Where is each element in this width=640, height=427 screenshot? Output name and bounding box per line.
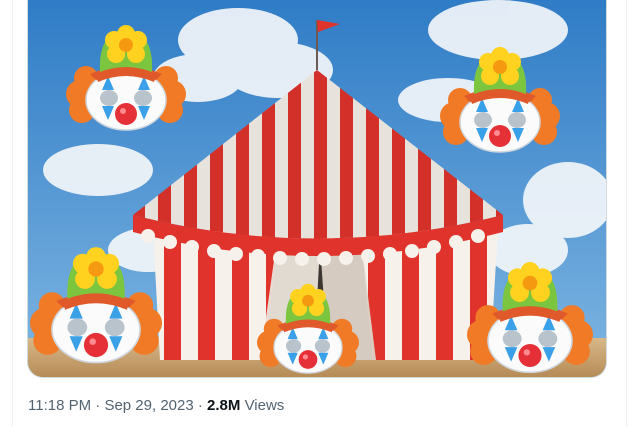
circus-tent-image <box>28 0 606 377</box>
separator-dot: · <box>95 397 101 414</box>
tweet-media[interactable] <box>27 0 607 378</box>
tweet-time: 11:18 PM <box>28 397 92 414</box>
views-label[interactable]: Views <box>245 397 285 414</box>
tweet-timestamp-link[interactable]: 11:18 PM · Sep 29, 2023 <box>28 397 194 414</box>
views-count[interactable]: 2.8M <box>207 397 240 414</box>
tweet-card-border-left <box>12 0 13 427</box>
separator-dot: · <box>197 397 203 414</box>
tweet-date: Sep 29, 2023 <box>104 397 194 414</box>
tweet-card-border-right <box>626 0 627 427</box>
tweet-metadata: 11:18 PM · Sep 29, 2023 · 2.8M Views <box>28 396 284 416</box>
